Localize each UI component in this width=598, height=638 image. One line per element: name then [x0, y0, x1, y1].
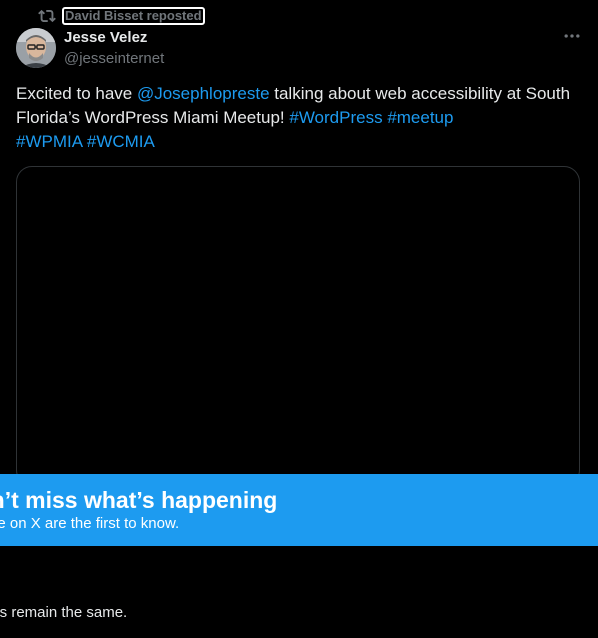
hashtag-link[interactable]: #WPMIA: [16, 132, 82, 151]
signup-banner: Don’t miss what’s happening People on X …: [0, 474, 598, 546]
more-options-button[interactable]: [560, 28, 584, 48]
tweet-text-part: Excited to have: [16, 84, 137, 103]
hashtag-link[interactable]: #WordPress: [289, 108, 382, 127]
author-handle[interactable]: @jesseinternet: [64, 49, 164, 68]
hashtag-link[interactable]: #meetup: [387, 108, 453, 127]
cookie-note: Your settings remain the same.: [0, 604, 128, 621]
banner-title: Don’t miss what’s happening: [0, 487, 278, 513]
more-horizontal-icon: [562, 26, 582, 51]
hashtag-link[interactable]: #WCMIA: [87, 132, 155, 151]
media-container[interactable]: [16, 166, 580, 486]
tweet-screen: David Bisset reposted Jesse Velez @jesse…: [0, 0, 598, 638]
repost-icon: [38, 7, 56, 25]
repost-indicator: David Bisset reposted: [38, 6, 205, 26]
banner-subtitle: People on X are the first to know.: [0, 515, 180, 532]
author-name[interactable]: Jesse Velez: [64, 28, 147, 47]
repost-label[interactable]: David Bisset reposted: [62, 7, 205, 25]
avatar[interactable]: [16, 28, 56, 68]
tweet-text: Excited to have @Josephlopreste talking …: [16, 82, 576, 154]
mention-link[interactable]: @Josephlopreste: [137, 84, 270, 103]
